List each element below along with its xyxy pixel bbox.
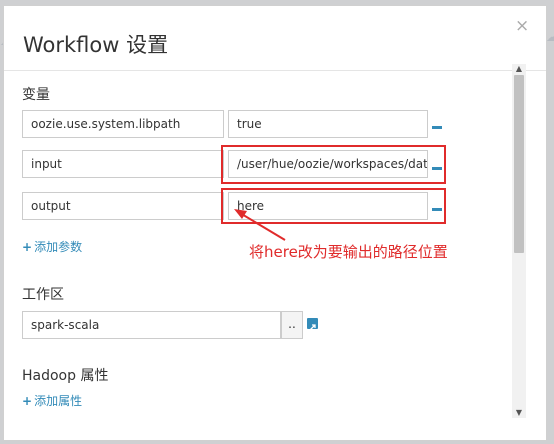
- annotation-arrow: [234, 209, 286, 241]
- annotation-text: 将here改为要输出的路径位置: [249, 243, 448, 261]
